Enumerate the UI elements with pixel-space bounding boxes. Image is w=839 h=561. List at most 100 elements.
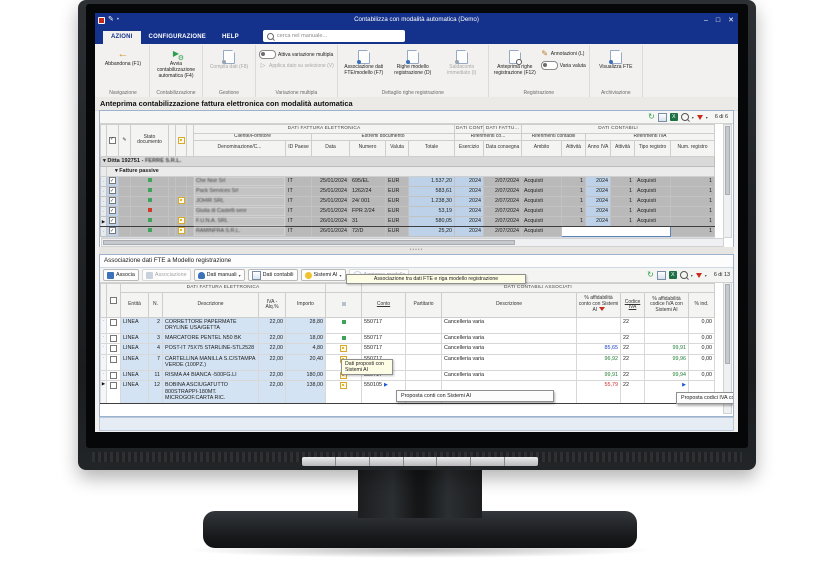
row-checkbox[interactable] xyxy=(110,355,117,363)
filter-icon[interactable] xyxy=(695,272,702,278)
grid1-record-count: 6 di 6 xyxy=(714,114,728,120)
refresh-icon[interactable]: ↻ xyxy=(648,113,655,121)
refresh-icon[interactable]: ↻ xyxy=(647,271,654,279)
row-checkbox[interactable] xyxy=(110,382,117,390)
excel-icon[interactable]: X xyxy=(669,113,678,121)
ribbon: Abbandona (F1)NavigazioneAvvia contabili… xyxy=(95,44,738,99)
row-checkbox[interactable] xyxy=(109,217,116,225)
ribbon-group-contabilizzazione: Avvia contabilizzazione automatica (F4)C… xyxy=(150,45,203,98)
grid-icon xyxy=(251,270,261,280)
association-icon xyxy=(145,271,153,279)
ribbon-group-gestione: Compila dati (F8) Gestione xyxy=(203,45,256,98)
ribbon-item-applica-dato-su-selezione-v: Applica dato su selezione (V) xyxy=(259,62,334,70)
invoice-row[interactable]: ▶F.U.N.A. SRLIT26/01/202431EUR580,052024… xyxy=(100,215,716,227)
app-window: ✎ • Contabilizza con modalità automatica… xyxy=(95,13,738,432)
apply-icon xyxy=(259,62,267,70)
associate-icon xyxy=(107,271,114,279)
row-checkbox[interactable] xyxy=(109,227,116,235)
ribbon-button-associazione-dati-fte-modello-f7[interactable]: Associazione dati FTE/modello (F7) xyxy=(341,46,387,77)
row-checkbox[interactable] xyxy=(110,371,117,379)
window-bottom-strip xyxy=(99,417,734,431)
association-row[interactable]: · LINEA 2 CORRETTORE PAPERMATE DRYLINE USA/… xyxy=(100,317,715,334)
invoice-row[interactable]: ·Che Noir SrlIT25/01/2024695/ELEUR1.537,… xyxy=(100,175,716,187)
info-icon: • xyxy=(116,17,119,23)
ribbon-button-abbandona-f1[interactable]: Abbandona (F1) xyxy=(100,46,146,68)
invoice-row[interactable]: ·JOHIR SRLIT25/01/202424/ 001EUR1.238,30… xyxy=(100,195,716,207)
association-row[interactable]: · LINEA 11 RISMA A4 BIANCA -500FG.LI 22,00 18… xyxy=(100,369,715,382)
ribbon-button-compila-dati-f8: Compila dati (F8) xyxy=(206,46,252,71)
invoice-group-row[interactable]: ▾ Fatture passive xyxy=(100,165,716,177)
select-all-checkbox[interactable] xyxy=(109,136,116,144)
invoice-row[interactable]: ·RAMINFRA S.R.L.IT26/01/202472/DEUR25,20… xyxy=(100,225,716,237)
tab-help[interactable]: HELP xyxy=(214,31,247,44)
row-checkbox[interactable] xyxy=(109,207,116,215)
ribbon-item-annotazioni-l[interactable]: Annotazioni (L) xyxy=(541,50,586,58)
app-logo-icon xyxy=(98,16,105,24)
close-button[interactable]: ✕ xyxy=(728,16,734,24)
warning-flag-icon xyxy=(178,217,185,224)
ai-proposed-icon xyxy=(340,345,347,353)
button-associa[interactable]: Associa xyxy=(103,269,139,281)
toggle-icon[interactable] xyxy=(540,61,558,70)
warning-flag-icon xyxy=(178,197,185,204)
ai-icon xyxy=(304,271,312,279)
edit-icon: ✎ xyxy=(108,16,114,23)
association-row[interactable]: · LINEA 4 POST-IT 75X75 STARLINE-STL2528 22,… xyxy=(100,343,715,355)
ribbon-button-avvia-contabilizzazione-automatica-f4[interactable]: Avvia contabilizzazione automatica (F4) xyxy=(153,46,199,79)
button-associazione: Associazione xyxy=(141,269,191,281)
export-icon[interactable] xyxy=(656,270,666,280)
button-dati-manuali[interactable]: Dati manuali ▾ xyxy=(193,269,245,281)
ribbon-button-visualizza-fte[interactable]: Visualizza FTE xyxy=(593,46,639,71)
dropdown-arrow-icon[interactable]: ▶ xyxy=(682,382,686,388)
ribbon-button-anteprima-righe-registrazione-f12[interactable]: Anteprima righe registrazione (F12) xyxy=(492,46,538,77)
monitor-buttons[interactable] xyxy=(302,457,538,466)
manual-search-input[interactable]: cerca nel manuale... xyxy=(262,30,405,42)
invoice-row[interactable]: ·Giulia di Castelli senrIT25/01/2024FPR … xyxy=(100,205,716,217)
maximize-button[interactable]: □ xyxy=(716,17,720,24)
button-dati-contabili[interactable]: Dati contabili xyxy=(247,269,298,281)
company-group-row[interactable]: ▾ Ditta 192751 - FERRE S.R.L. xyxy=(100,155,716,167)
inline-edit-cell[interactable] xyxy=(561,225,672,237)
association-header-tooltip: Associazione tra dati FTE e riga modello… xyxy=(346,274,526,284)
minimize-button[interactable]: – xyxy=(704,17,708,24)
invoice-preview-panel: ↻X▾▾ 6 di 6 ✎Stato documentoDATI FATTURA… xyxy=(99,110,734,249)
grid2-record-count: 6 di 13 xyxy=(713,272,730,278)
ribbon-button-righe-modello-registrazione-d[interactable]: Righe modello registrazione (D) xyxy=(390,46,436,77)
row-checkbox[interactable] xyxy=(109,177,116,185)
status-green-icon xyxy=(147,178,152,183)
status-green-icon xyxy=(147,218,152,223)
tab-azioni[interactable]: AZIONI xyxy=(103,31,141,44)
ribbon-group-registrazione: Anteprima righe registrazione (F12)Annot… xyxy=(489,45,590,98)
invoice-row[interactable]: ·Pack Services SrlIT25/01/20241262/24EUR… xyxy=(100,185,716,197)
association-row[interactable]: · LINEA 3 MARCATORE PENTEL N50 BK 22,00 18,00… xyxy=(100,332,715,345)
search-placeholder: cerca nel manuale... xyxy=(276,33,328,39)
toggle-icon[interactable] xyxy=(259,50,276,59)
stage: ✎ • Contabilizza con modalità automatica… xyxy=(0,0,839,561)
row-checkbox[interactable] xyxy=(110,334,117,342)
grid1-horizontal-scrollbar[interactable] xyxy=(101,238,724,247)
button-sistemi-ai[interactable]: Sistemi AI ▾ xyxy=(300,269,346,281)
row-checkbox[interactable] xyxy=(110,319,117,326)
zoom-icon[interactable] xyxy=(679,271,688,279)
row-checkbox[interactable] xyxy=(110,345,117,353)
panel-splitter[interactable]: ••••• xyxy=(99,247,734,254)
ribbon-item-varia-valuta[interactable]: Varia valuta xyxy=(540,61,586,70)
dropdown-arrow-icon[interactable]: ▶ xyxy=(384,382,388,388)
zoom-icon[interactable] xyxy=(680,113,689,121)
grid1-vertical-scrollbar[interactable] xyxy=(723,124,732,238)
export-icon[interactable] xyxy=(657,112,667,122)
select-all-checkbox[interactable] xyxy=(110,296,117,304)
ribbon-item-attiva-variazione-multipla[interactable]: Attiva variazione multipla xyxy=(259,50,334,59)
associated-status-icon xyxy=(341,319,346,324)
excel-icon[interactable]: X xyxy=(668,271,677,279)
start-gear-icon xyxy=(169,48,184,63)
tab-configurazione[interactable]: CONFIGURAZIONE xyxy=(141,31,214,44)
row-checkbox[interactable] xyxy=(109,197,116,205)
active-filter-icon[interactable] xyxy=(598,307,605,312)
ai-proposed-data-tooltip: Dati proposti con Sistemi AI xyxy=(341,359,393,375)
association-row[interactable]: · LINEA 7 CARTELLINA MANILLA S.C/STAMPA VER… xyxy=(100,353,715,371)
association-panel: Associazione dati FTE a Modello registra… xyxy=(99,254,734,417)
filter-icon[interactable] xyxy=(696,114,703,120)
row-checkbox[interactable] xyxy=(109,187,116,195)
status-green-icon xyxy=(147,188,152,193)
